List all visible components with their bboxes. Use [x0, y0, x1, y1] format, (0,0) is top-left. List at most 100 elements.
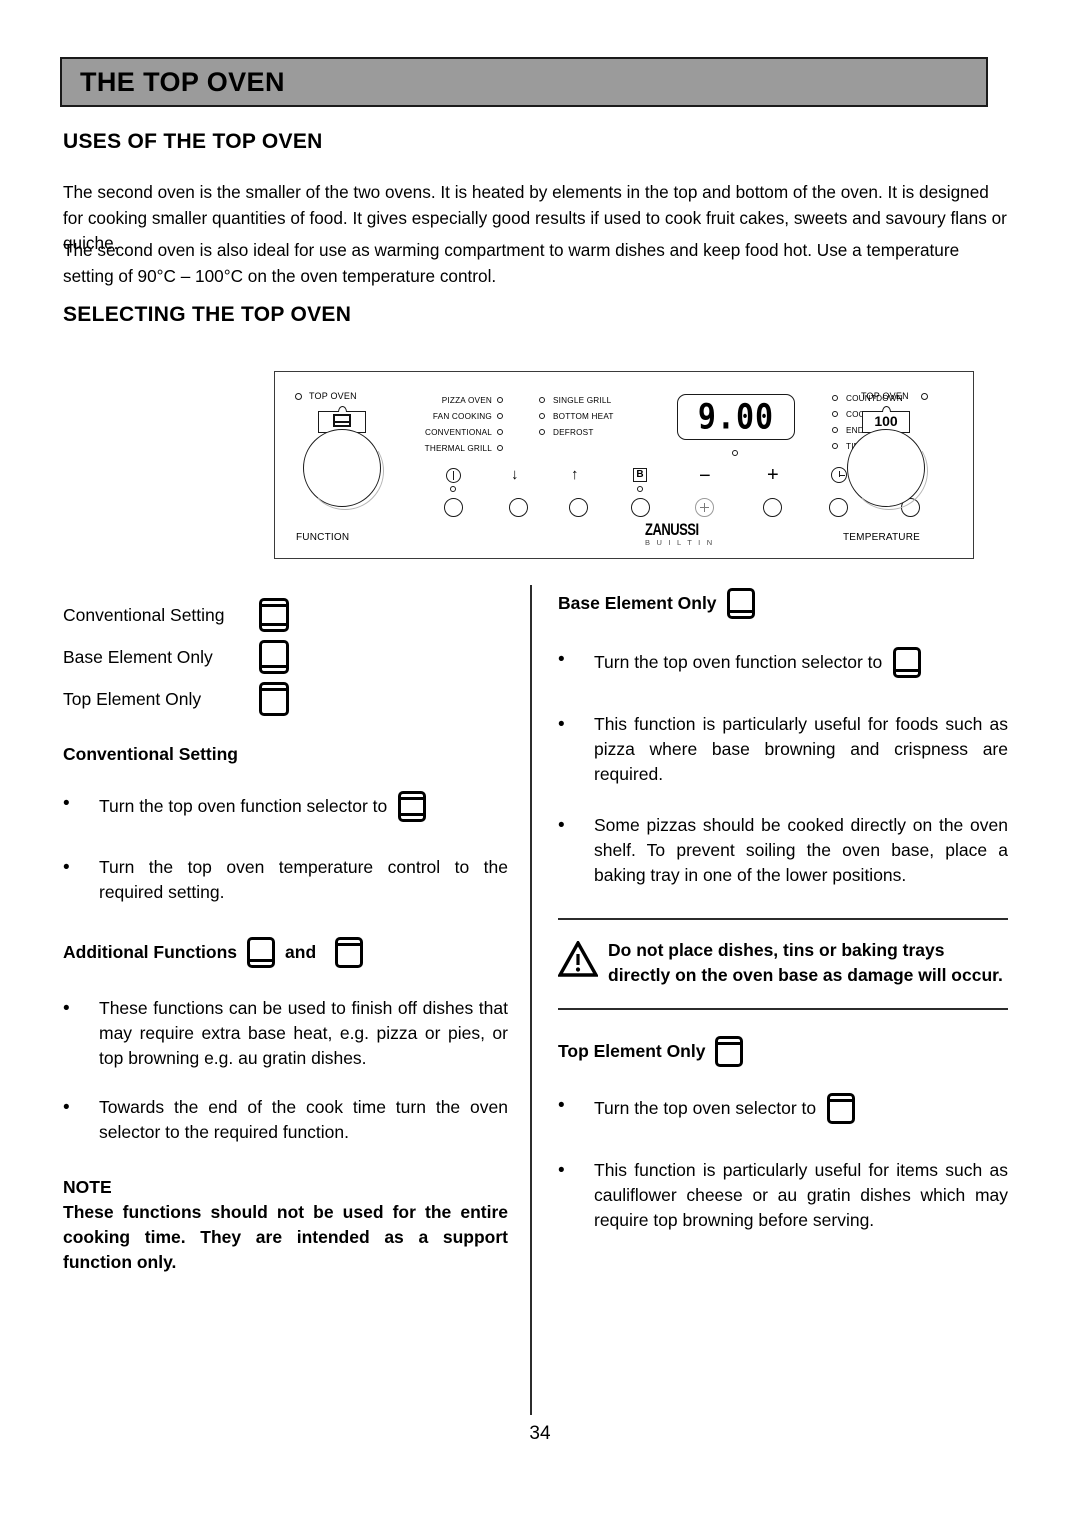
bullet-base-element-shelf-text: Some pizzas should be cooked directly on…: [594, 815, 1008, 885]
bullet-marker: •: [558, 1160, 565, 1181]
conventional-setting-heading: Conventional Setting: [63, 744, 238, 764]
function-led-fan-cooking: [497, 413, 503, 419]
bullet-top-element-cauliflower-text: This function is particularly useful for…: [594, 1160, 1008, 1230]
warning-rule-top: [558, 918, 1008, 920]
minus-icon: −: [699, 465, 711, 487]
bullet-marker: •: [558, 1095, 565, 1116]
bullet-conventional-temperature-text: Turn the top oven temperature control to…: [99, 857, 508, 902]
timer-led-time: [832, 443, 838, 449]
function-knob-caption: FUNCTION: [296, 532, 350, 543]
bullet-conventional-temperature: • Turn the top oven temperature control …: [63, 855, 508, 905]
function-led-conventional: [497, 429, 503, 435]
power-icon: [446, 468, 461, 483]
oven-base-element-icon: [259, 640, 289, 674]
uses-heading: USES OF THE TOP OVEN: [63, 130, 323, 153]
oven-base-element-icon: [893, 647, 922, 678]
bullet-additional-towards-end: • Towards the end of the cook time turn …: [63, 1095, 508, 1145]
bullet-marker: •: [558, 649, 565, 670]
increase-button[interactable]: [569, 498, 588, 517]
brand-logo: ZANUSSI: [645, 520, 699, 539]
brand-tagline: B U I L T I N: [645, 538, 715, 547]
oven-top-element-icon: [827, 1093, 856, 1124]
function-led-pizza-oven: [497, 397, 503, 403]
timer-display-value: 9.00: [697, 396, 775, 438]
left-column: Conventional Setting Base Element Only T…: [63, 594, 508, 1275]
power-button[interactable]: [444, 498, 463, 517]
warning-triangle-icon: [557, 938, 608, 982]
timer-button[interactable]: [829, 498, 848, 517]
page-title-bar: THE TOP OVEN: [60, 57, 988, 107]
timer-display-led: [732, 450, 738, 456]
top-element-heading: Top Element Only: [558, 1036, 1008, 1067]
bullet-marker: •: [63, 998, 70, 1019]
base-element-heading: Base Element Only: [558, 588, 1008, 619]
legend-label-base-element: Base Element Only: [63, 646, 213, 667]
oven-base-element-icon: [726, 588, 755, 619]
bullet-marker: •: [558, 714, 565, 735]
page-title: THE TOP OVEN: [80, 66, 285, 97]
oven-top-element-icon: [335, 937, 364, 968]
bullet-top-element-selector-text: Turn the top oven selector to: [594, 1098, 817, 1118]
bullet-additional-finish-text: These functions can be used to finish of…: [99, 998, 508, 1068]
note-body: These functions should not be used for t…: [63, 1202, 508, 1272]
timer-led-countdown: [832, 395, 838, 401]
bullet-marker: •: [63, 793, 70, 814]
bullet-base-element-pizza-text: This function is particularly useful for…: [594, 714, 1008, 784]
function-knob-led: [295, 393, 302, 400]
warning-block: Do not place dishes, tins or baking tray…: [557, 938, 1008, 988]
note-heading: NOTE: [63, 1177, 112, 1197]
b-function-button[interactable]: [631, 498, 650, 517]
legend-row-conventional: Conventional Setting: [63, 594, 508, 636]
warning-rule-bottom: [558, 1008, 1008, 1010]
arrow-up-icon: ↑: [571, 466, 579, 483]
function-label-single-grill: SINGLE GRILL: [553, 396, 612, 405]
warning-text: Do not place dishes, tins or baking tray…: [608, 940, 1003, 985]
plus-button[interactable]: [763, 498, 782, 517]
legend-label-conventional: Conventional Setting: [63, 604, 225, 625]
plus-icon: +: [767, 464, 779, 486]
b-function-led: [637, 486, 643, 492]
b-box-icon: B: [633, 468, 647, 482]
oven-conventional-icon: [398, 791, 427, 822]
function-led-defrost: [539, 429, 545, 435]
bullet-base-element-pizza: • This function is particularly useful f…: [558, 712, 1008, 787]
function-label-conventional: CONVENTIONAL: [424, 428, 492, 437]
function-label-bottom-heat: BOTTOM HEAT: [553, 412, 614, 421]
decrease-button[interactable]: [509, 498, 528, 517]
timer-led-cooktime: [832, 411, 838, 417]
oven-base-element-icon: [247, 937, 276, 968]
control-panel-diagram: TOP OVEN FUNCTION PIZZA OVEN FAN COOKING…: [274, 371, 974, 559]
bullet-top-element-selector: • Turn the top oven selector to: [558, 1093, 1008, 1124]
bullet-conventional-selector: • Turn the top oven function selector to: [63, 791, 508, 822]
timer-led-endtime: [832, 427, 838, 433]
right-column: Base Element Only • Turn the top oven fu…: [557, 588, 1008, 1233]
function-label-thermal-grill: THERMAL GRILL: [424, 444, 492, 453]
oven-conventional-icon: [259, 598, 289, 632]
function-led-single-grill: [539, 397, 545, 403]
temperature-knob-top-label: TOP OVEN: [861, 391, 909, 401]
bullet-conventional-selector-text: Turn the top oven function selector to: [99, 796, 388, 816]
power-button-led: [450, 486, 456, 492]
additional-functions-heading: Additional Functions and: [63, 937, 508, 968]
bullet-additional-finish: • These functions can be used to finish …: [63, 996, 508, 1071]
bullet-marker: •: [63, 1097, 70, 1118]
bullet-base-element-selector: • Turn the top oven function selector to: [558, 647, 1008, 678]
function-label-pizza-oven: PIZZA OVEN: [441, 396, 492, 405]
bullet-top-element-cauliflower: • This function is particularly useful f…: [558, 1158, 1008, 1233]
minus-button[interactable]: [695, 498, 714, 517]
additional-functions-and-word: and: [285, 942, 317, 962]
bullet-additional-towards-end-text: Towards the end of the cook time turn th…: [99, 1097, 508, 1142]
temperature-knob-pointer-peak: [881, 405, 891, 412]
function-led-bottom-heat: [539, 413, 545, 419]
oven-top-element-icon: [259, 682, 289, 716]
bullet-base-element-selector-text: Turn the top oven function selector to: [594, 652, 883, 672]
bullet-base-element-shelf: • Some pizzas should be cooked directly …: [558, 813, 1008, 888]
bullet-marker: •: [63, 857, 70, 878]
selecting-heading: SELECTING THE TOP OVEN: [63, 303, 352, 326]
function-label-fan-cooking: FAN COOKING: [432, 412, 492, 421]
function-label-defrost: DEFROST: [553, 428, 594, 437]
timer-display: 9.00: [677, 394, 795, 440]
temperature-knob-led: [921, 393, 928, 400]
bullet-marker: •: [558, 815, 565, 836]
function-knob-top-label: TOP OVEN: [309, 391, 357, 401]
